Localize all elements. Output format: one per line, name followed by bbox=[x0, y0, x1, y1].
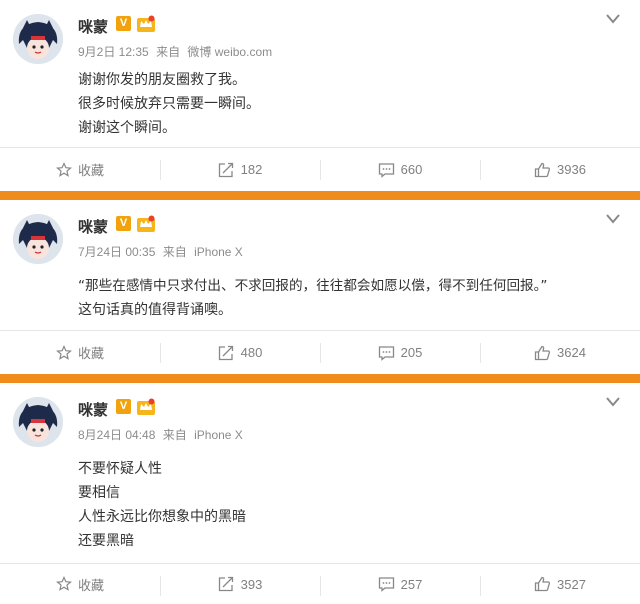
weibo-post-2: 咪蒙 V 7月24日 00:35 来自 iPhone X “那些在感情中只求付出… bbox=[0, 200, 640, 374]
post-source[interactable]: iPhone X bbox=[194, 428, 243, 442]
verified-v-icon: V bbox=[116, 399, 131, 414]
action-bar: 收藏 393 257 3527 bbox=[0, 563, 640, 604]
favorite-label: 收藏 bbox=[77, 346, 104, 361]
action-bar: 收藏 182 660 3936 bbox=[0, 147, 640, 191]
favorite-label: 收藏 bbox=[77, 577, 104, 593]
thumbs-up-icon bbox=[534, 345, 551, 360]
action-bar: 收藏 480 205 3624 bbox=[0, 330, 640, 374]
post-line: 谢谢你发的朋友圈救了我。 bbox=[78, 72, 246, 88]
chevron-down-icon[interactable] bbox=[604, 212, 622, 226]
repost-icon bbox=[218, 162, 233, 177]
post-line: 要相信 bbox=[78, 485, 120, 501]
source-prefix: 来自 bbox=[162, 245, 187, 259]
favorite-button[interactable]: 收藏 bbox=[0, 148, 160, 191]
post-source[interactable]: iPhone X bbox=[194, 245, 243, 259]
like-button[interactable]: 3527 bbox=[480, 564, 640, 604]
like-count: 3936 bbox=[557, 162, 586, 177]
post-text: “那些在感情中只求付出、不求回报的，往往都会如愿以偿，得不到任何回报。” 这句话… bbox=[78, 274, 547, 322]
comment-button[interactable]: 660 bbox=[320, 148, 480, 191]
post-date[interactable]: 9月2日 12:35 bbox=[78, 45, 149, 59]
post-line: 人性永远比你想象中的黑暗 bbox=[78, 509, 246, 525]
post-meta: 9月2日 12:35 来自 微博 weibo.com bbox=[78, 43, 276, 60]
repost-count: 393 bbox=[240, 576, 263, 592]
favorite-label: 收藏 bbox=[77, 163, 104, 178]
comment-icon bbox=[378, 345, 394, 361]
repost-count: 182 bbox=[240, 162, 263, 177]
post-line: 不要怀疑人性 bbox=[78, 461, 162, 477]
post-text: 谢谢你发的朋友圈救了我。 很多时候放弃只需要一瞬间。 谢谢这个瞬间。 bbox=[78, 68, 260, 140]
repost-button[interactable]: 480 bbox=[160, 331, 320, 374]
post-line: 谢谢这个瞬间。 bbox=[78, 120, 176, 136]
comment-button[interactable]: 205 bbox=[320, 331, 480, 374]
star-icon bbox=[56, 576, 72, 591]
repost-icon bbox=[218, 345, 233, 360]
comment-count: 257 bbox=[400, 576, 423, 592]
chevron-down-icon[interactable] bbox=[604, 395, 622, 409]
comment-icon bbox=[378, 577, 394, 592]
repost-count: 480 bbox=[240, 345, 263, 360]
author-name[interactable]: 咪蒙 bbox=[78, 399, 108, 420]
verified-v-icon: V bbox=[116, 216, 131, 231]
thumbs-up-icon bbox=[534, 162, 551, 177]
avatar-illustration bbox=[13, 397, 63, 447]
like-count: 3527 bbox=[557, 576, 586, 592]
post-line: 还要黑暗 bbox=[78, 533, 134, 549]
like-button[interactable]: 3936 bbox=[480, 148, 640, 191]
like-button[interactable]: 3624 bbox=[480, 331, 640, 374]
post-source[interactable]: 微博 weibo.com bbox=[187, 45, 272, 59]
comment-count: 660 bbox=[400, 162, 423, 177]
avatar[interactable] bbox=[13, 14, 63, 64]
post-date[interactable]: 8月24日 04:48 bbox=[78, 428, 155, 442]
source-prefix: 来自 bbox=[162, 428, 187, 442]
avatar[interactable] bbox=[13, 397, 63, 447]
post-meta: 8月24日 04:48 来自 iPhone X bbox=[78, 426, 247, 443]
avatar[interactable] bbox=[13, 214, 63, 264]
weibo-post-1: 咪蒙 V 9月2日 12:35 来自 微博 weibo.com 谢谢你发的朋友圈… bbox=[0, 0, 640, 191]
crown-badge-icon bbox=[137, 15, 155, 32]
post-line: “那些在感情中只求付出、不求回报的，往往都会如愿以偿，得不到任何回报。” bbox=[78, 278, 548, 294]
post-meta: 7月24日 00:35 来自 iPhone X bbox=[78, 243, 247, 260]
post-separator bbox=[0, 191, 640, 200]
repost-button[interactable]: 182 bbox=[160, 148, 320, 191]
post-line: 这句话真的值得背诵噢。 bbox=[78, 302, 232, 318]
like-count: 3624 bbox=[557, 345, 586, 360]
avatar-illustration bbox=[13, 14, 63, 64]
star-icon bbox=[56, 161, 72, 177]
author-name[interactable]: 咪蒙 bbox=[78, 216, 108, 237]
repost-icon bbox=[218, 576, 233, 592]
comment-icon bbox=[378, 162, 394, 178]
crown-badge-icon bbox=[137, 398, 155, 415]
favorite-button[interactable]: 收藏 bbox=[0, 564, 160, 604]
thumbs-up-icon bbox=[534, 576, 551, 592]
avatar-illustration bbox=[13, 214, 63, 264]
post-separator bbox=[0, 374, 640, 383]
comment-count: 205 bbox=[400, 345, 423, 360]
repost-button[interactable]: 393 bbox=[160, 564, 320, 604]
weibo-post-3: 咪蒙 V 8月24日 04:48 来自 iPhone X 不要怀疑人性 要相信 … bbox=[0, 383, 640, 604]
chevron-down-icon[interactable] bbox=[604, 12, 622, 26]
post-text: 不要怀疑人性 要相信 人性永远比你想象中的黑暗 还要黑暗 bbox=[78, 457, 246, 553]
comment-button[interactable]: 257 bbox=[320, 564, 480, 604]
crown-badge-icon bbox=[137, 215, 155, 232]
verified-v-icon: V bbox=[116, 16, 131, 31]
favorite-button[interactable]: 收藏 bbox=[0, 331, 160, 374]
post-date[interactable]: 7月24日 00:35 bbox=[78, 245, 155, 259]
author-name[interactable]: 咪蒙 bbox=[78, 16, 108, 37]
source-prefix: 来自 bbox=[156, 45, 181, 59]
star-icon bbox=[56, 344, 72, 360]
post-line: 很多时候放弃只需要一瞬间。 bbox=[78, 96, 260, 112]
